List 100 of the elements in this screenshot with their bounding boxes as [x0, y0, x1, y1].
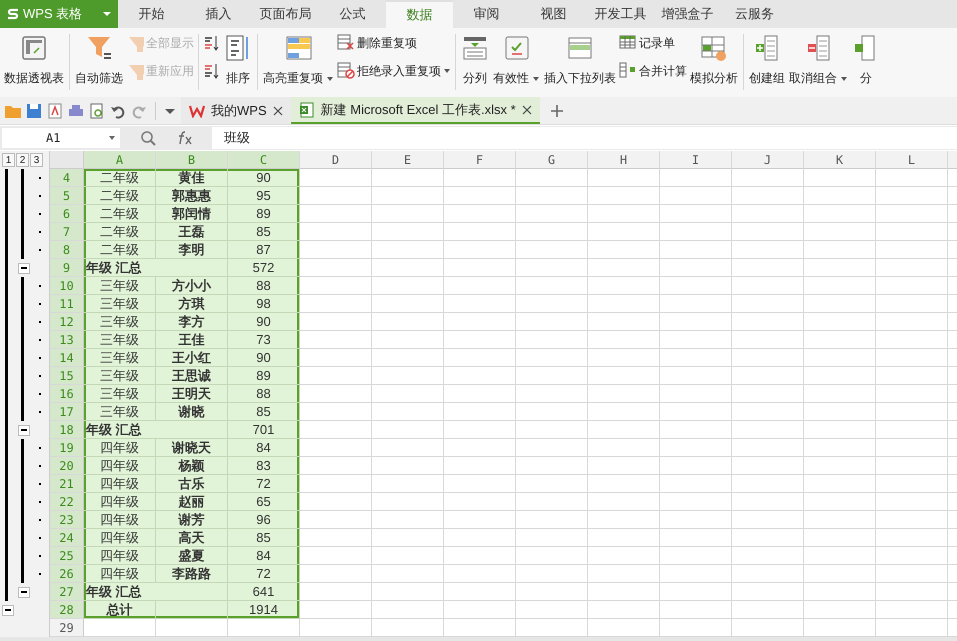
table-cell[interactable] — [516, 331, 588, 349]
table-cell[interactable]: 郭闰情 — [156, 205, 228, 223]
table-cell[interactable]: 二年级 — [84, 205, 156, 223]
table-cell[interactable] — [588, 169, 660, 187]
table-cell[interactable]: 83 — [228, 457, 300, 475]
table-cell[interactable] — [588, 349, 660, 367]
table-cell[interactable] — [732, 385, 804, 403]
table-cell[interactable] — [732, 259, 804, 277]
table-cell[interactable]: 72 — [228, 565, 300, 583]
table-cell[interactable] — [660, 385, 732, 403]
menu-tab[interactable]: 开始 — [118, 0, 185, 28]
table-cell[interactable]: 三年级 — [84, 367, 156, 385]
table-cell[interactable] — [732, 187, 804, 205]
table-cell[interactable] — [444, 475, 516, 493]
table-cell[interactable] — [732, 169, 804, 187]
table-cell[interactable] — [588, 277, 660, 295]
menu-tab[interactable]: 开发工具 — [587, 0, 654, 28]
table-cell[interactable]: 85 — [228, 529, 300, 547]
table-cell[interactable] — [876, 457, 948, 475]
table-cell[interactable] — [444, 439, 516, 457]
ribbon-button[interactable]: 排序 — [222, 30, 254, 89]
table-cell[interactable] — [588, 385, 660, 403]
table-cell[interactable] — [516, 187, 588, 205]
table-cell[interactable] — [732, 421, 804, 439]
table-cell[interactable] — [444, 277, 516, 295]
table-cell[interactable] — [876, 187, 948, 205]
select-all-corner[interactable] — [50, 151, 84, 169]
table-cell[interactable]: 总计 — [84, 601, 156, 619]
table-cell[interactable] — [804, 403, 876, 421]
table-cell[interactable] — [300, 295, 372, 313]
table-cell[interactable] — [516, 601, 588, 619]
table-cell[interactable] — [876, 547, 948, 565]
table-cell[interactable] — [660, 331, 732, 349]
table-cell[interactable] — [372, 493, 444, 511]
name-box[interactable]: A1 — [2, 128, 120, 148]
table-cell[interactable] — [660, 205, 732, 223]
table-cell[interactable] — [444, 421, 516, 439]
table-cell[interactable] — [876, 403, 948, 421]
table-cell[interactable]: 方小小 — [156, 277, 228, 295]
table-cell[interactable] — [444, 511, 516, 529]
table-cell[interactable] — [300, 547, 372, 565]
table-cell[interactable]: 李方 — [156, 313, 228, 331]
table-cell[interactable]: 73 — [228, 331, 300, 349]
table-cell[interactable] — [444, 529, 516, 547]
table-cell[interactable]: 年级 汇总 — [84, 421, 228, 439]
table-cell[interactable]: 89 — [228, 367, 300, 385]
ribbon-button[interactable]: 合并计算 — [618, 61, 688, 81]
table-cell[interactable]: 四年级 — [84, 439, 156, 457]
table-cell[interactable] — [156, 601, 228, 619]
table-cell[interactable] — [804, 187, 876, 205]
app-dropdown-icon[interactable] — [96, 0, 118, 28]
table-cell[interactable]: 赵丽 — [156, 493, 228, 511]
table-cell[interactable] — [372, 457, 444, 475]
table-cell[interactable] — [876, 421, 948, 439]
column-header[interactable]: K — [804, 151, 876, 169]
table-cell[interactable] — [732, 493, 804, 511]
table-cell[interactable] — [516, 529, 588, 547]
table-cell[interactable] — [372, 169, 444, 187]
table-cell[interactable] — [732, 349, 804, 367]
table-cell[interactable]: 王明天 — [156, 385, 228, 403]
collapse-button[interactable] — [18, 586, 30, 598]
zoom-icon[interactable] — [140, 130, 156, 146]
table-cell[interactable] — [372, 205, 444, 223]
table-cell[interactable]: 88 — [228, 385, 300, 403]
table-cell[interactable] — [732, 457, 804, 475]
table-cell[interactable] — [876, 277, 948, 295]
table-cell[interactable] — [804, 223, 876, 241]
table-cell[interactable]: 年级 汇总 — [84, 259, 228, 277]
table-cell[interactable] — [660, 169, 732, 187]
table-cell[interactable] — [660, 313, 732, 331]
table-cell[interactable] — [372, 313, 444, 331]
table-cell[interactable] — [876, 601, 948, 619]
table-cell[interactable] — [660, 259, 732, 277]
table-cell[interactable] — [444, 223, 516, 241]
table-cell[interactable] — [300, 259, 372, 277]
table-cell[interactable]: 四年级 — [84, 475, 156, 493]
table-cell[interactable] — [372, 223, 444, 241]
table-cell[interactable]: 王佳 — [156, 331, 228, 349]
table-cell[interactable] — [372, 241, 444, 259]
table-cell[interactable] — [588, 295, 660, 313]
table-cell[interactable]: 王小红 — [156, 349, 228, 367]
collapse-button[interactable] — [18, 424, 30, 436]
table-cell[interactable]: 72 — [228, 475, 300, 493]
menu-tab[interactable]: 增强盒子 — [654, 0, 721, 28]
table-cell[interactable] — [876, 331, 948, 349]
table-cell[interactable] — [300, 601, 372, 619]
table-cell[interactable] — [300, 349, 372, 367]
table-cell[interactable] — [804, 601, 876, 619]
table-cell[interactable]: 三年级 — [84, 403, 156, 421]
table-cell[interactable] — [444, 169, 516, 187]
outline-level-button[interactable]: 2 — [16, 153, 29, 167]
row-header[interactable]: 29 — [50, 619, 84, 637]
table-cell[interactable] — [444, 187, 516, 205]
table-cell[interactable] — [588, 421, 660, 439]
table-cell[interactable]: 98 — [228, 295, 300, 313]
menu-tab[interactable]: 云服务 — [721, 0, 788, 28]
table-cell[interactable] — [300, 223, 372, 241]
table-cell[interactable] — [876, 349, 948, 367]
table-cell[interactable]: 三年级 — [84, 295, 156, 313]
table-cell[interactable] — [444, 583, 516, 601]
